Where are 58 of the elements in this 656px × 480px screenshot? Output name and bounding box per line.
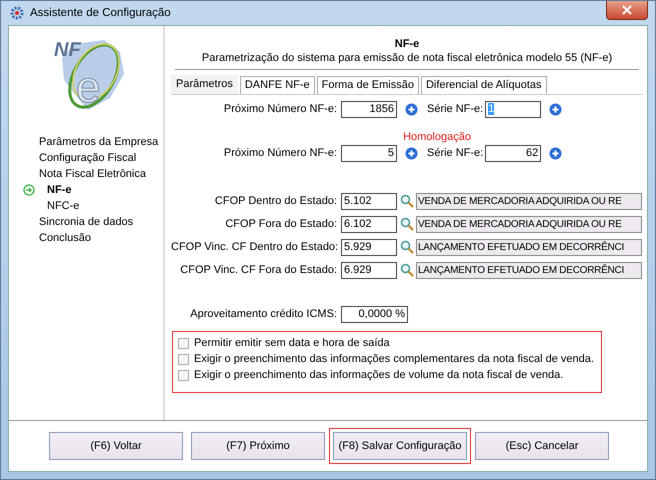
search-icon[interactable]: [400, 194, 414, 208]
nav-item[interactable]: Nota Fiscal Eletrônica: [39, 166, 146, 182]
field-label: Próximo Número NF-e:: [222, 147, 338, 159]
cfop-field[interactable]: 6.102: [341, 216, 397, 232]
description-field: VENDA DE MERCADORIA ADQUIRIDA OU RE: [416, 216, 642, 232]
search-icon[interactable]: [400, 240, 414, 254]
field-label: Série NF-e:: [427, 103, 484, 115]
field-label: Próximo Número NF-e:: [222, 103, 338, 115]
wizard-button[interactable]: (Esc) Cancelar: [475, 432, 609, 460]
checkbox[interactable]: [178, 354, 189, 364]
checkbox-label: Exigir o preenchimento das informações complementares da nota fiscal de venda.: [194, 352, 594, 366]
nav-item[interactable]: NFC-e: [47, 198, 80, 214]
search-icon[interactable]: [400, 217, 414, 231]
plus-icon[interactable]: [405, 102, 418, 116]
plus-icon[interactable]: [549, 102, 562, 116]
field-label: Série NF-e:: [427, 147, 484, 159]
number-field[interactable]: 1856: [341, 100, 397, 118]
field-label: CFOP Fora do Estado:: [224, 218, 338, 230]
checkbox-label: Permitir emitir sem data e hora de saída: [194, 336, 390, 350]
tab[interactable]: Forma de Emissão: [316, 76, 419, 94]
percentage-field[interactable]: 0,0000 %: [341, 306, 408, 322]
nav-item[interactable]: Sincronia de dados: [39, 214, 134, 230]
tab[interactable]: Diferencial de Alíquotas: [420, 76, 547, 94]
wizard-button[interactable]: (F8) Salvar Configuração: [329, 428, 471, 464]
wizard-button[interactable]: (F6) Voltar: [49, 432, 183, 460]
arrow-circle-icon: [23, 184, 35, 196]
close-icon: [622, 5, 632, 15]
field-label: CFOP Dentro do Estado:: [214, 195, 338, 207]
tab[interactable]: DANFE NF-e: [240, 76, 315, 94]
description-field: LANÇAMENTO EFETUADO EM DECORRÊNCI: [416, 262, 642, 278]
plus-icon[interactable]: [549, 146, 562, 160]
description-field: LANÇAMENTO EFETUADO EM DECORRÊNCI: [416, 238, 642, 256]
section-subtitle: Parametrização do sistema para emissão de nota fiscal eletrônica modelo 55 (NF-e): [202, 51, 612, 65]
search-icon[interactable]: [400, 263, 414, 277]
number-field[interactable]: 5: [341, 144, 397, 162]
cfop-field[interactable]: 5.929: [341, 238, 397, 256]
checkbox[interactable]: [178, 338, 189, 348]
section-heading: Homologação: [402, 131, 471, 143]
nav-item[interactable]: Conclusão: [39, 230, 91, 246]
nav-item[interactable]: Parâmetros da Empresa: [39, 134, 158, 150]
tab[interactable]: Parâmetros: [171, 75, 238, 94]
gear-icon: [10, 6, 24, 20]
section-title: NF-e: [394, 37, 420, 51]
field-label: CFOP Vinc. CF Dentro do Estado:: [171, 241, 340, 253]
plus-icon[interactable]: [405, 146, 418, 160]
nav-item[interactable]: NF-e: [47, 182, 72, 198]
nav-item[interactable]: Configuração Fiscal: [39, 150, 136, 166]
field-label: CFOP Vinc. CF Fora do Estado:: [179, 264, 338, 276]
series-field[interactable]: 62: [485, 144, 542, 162]
cfop-field[interactable]: 6.929: [341, 262, 397, 278]
field-label: Aproveitamento crédito ICMS:: [189, 308, 338, 320]
wizard-button[interactable]: (F7) Próximo: [191, 432, 325, 460]
checkbox-label: Exigir o preenchimento das informações de volume da nota fiscal de venda.: [194, 368, 564, 382]
description-field: VENDA DE MERCADORIA ADQUIRIDA OU RE: [416, 192, 642, 210]
window-title: Assistente de Configuração: [30, 7, 171, 19]
checkbox[interactable]: [178, 370, 189, 380]
close-button[interactable]: [606, 1, 648, 20]
cfop-field[interactable]: 5.102: [341, 192, 397, 210]
